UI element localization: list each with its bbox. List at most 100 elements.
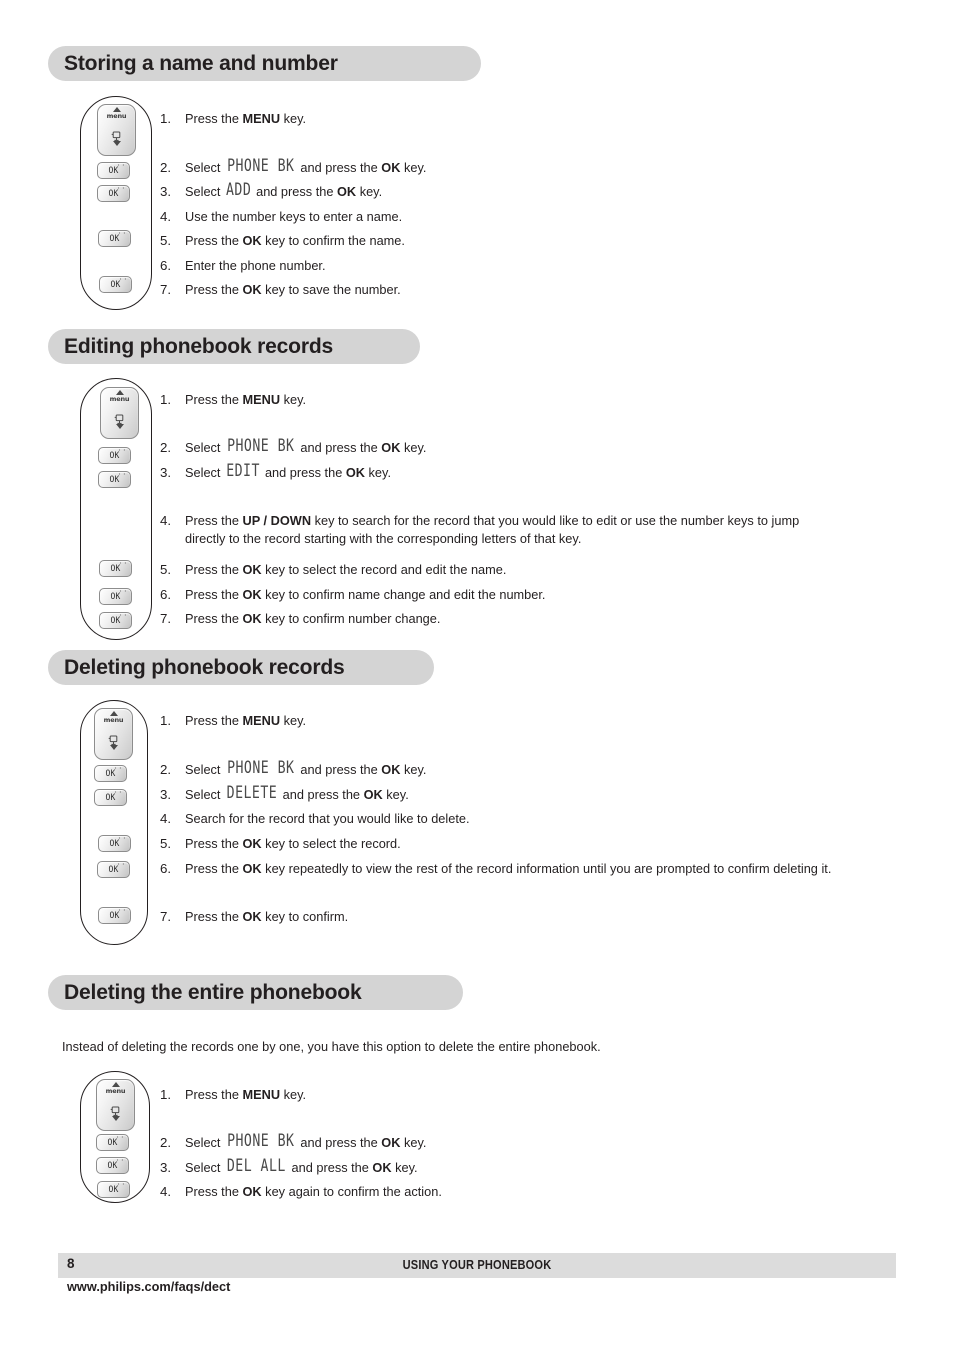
step-text: Press the OK key to select the record an…: [185, 561, 506, 579]
step-text-run: Press the: [185, 1087, 243, 1102]
instruction-step: 4. Press the UP / DOWN key to search for …: [160, 512, 870, 548]
ok-key[interactable]: OK: [98, 835, 131, 852]
menu-navigation-key[interactable]: menu: [100, 387, 139, 439]
manual-page: Storing a name and number menu OK OK OK OK 1. P…: [0, 0, 954, 1355]
step-text-run: and press the: [261, 465, 346, 480]
section-heading-deleting-all: Deleting the entire phonebook: [48, 975, 463, 1010]
section-heading-storing: Storing a name and number: [48, 46, 481, 81]
instruction-step: 2. Select PHONE BK and press the OK key.: [160, 1131, 560, 1152]
step-text-run: Press the: [185, 713, 243, 728]
ok-key[interactable]: OK: [96, 1157, 129, 1174]
key-name-emphasis: MENU: [242, 111, 281, 126]
key-name-emphasis: OK: [381, 160, 401, 175]
ok-key-label: OK: [107, 1135, 124, 1148]
key-name-emphasis: OK: [242, 233, 262, 248]
phonebook-glyph: [110, 1106, 120, 1116]
step-text-run: Press the: [185, 111, 243, 126]
step-text: Select DELETE and press the OK key.: [185, 784, 409, 804]
lcd-display-text: PHONE BK: [226, 1131, 295, 1151]
step-text: Press the OK key to confirm.: [185, 908, 348, 926]
step-text-run: Select: [185, 1135, 225, 1150]
ok-key-label: OK: [109, 836, 126, 849]
step-text-run: and press the: [279, 787, 364, 802]
ok-key[interactable]: OK: [98, 907, 131, 924]
section-heading-label: Deleting the entire phonebook: [64, 980, 362, 1004]
step-text-run: key.: [356, 184, 383, 199]
ok-key[interactable]: OK: [98, 447, 131, 464]
ok-key[interactable]: OK: [98, 471, 131, 488]
step-number: 2.: [160, 762, 172, 777]
ok-key[interactable]: OK: [97, 861, 130, 878]
ok-key[interactable]: OK: [98, 230, 131, 247]
ok-key[interactable]: OK: [99, 612, 132, 629]
instruction-step: 3. Select DEL ALL and press the OK key.: [160, 1156, 560, 1177]
step-text: Select PHONE BK and press the OK key.: [185, 1131, 426, 1152]
lcd-display-text: PHONE BK: [226, 436, 295, 456]
ok-key-label: OK: [110, 613, 127, 626]
step-text-run: key repeatedly to view the rest of the r…: [261, 861, 832, 876]
ok-key[interactable]: OK: [97, 1181, 130, 1198]
instruction-step: 5. Press the OK key to select the record.: [160, 835, 560, 853]
step-number: 2.: [160, 440, 172, 455]
step-number: 2.: [160, 1135, 172, 1150]
lcd-display-text: ADD: [225, 180, 251, 200]
key-name-emphasis: OK: [363, 787, 383, 802]
step-text: Select PHONE BK and press the OK key.: [185, 436, 427, 457]
step-text: Select DEL ALL and press the OK key.: [185, 1156, 418, 1177]
step-text-run: Select: [185, 440, 225, 455]
lcd-display-text: DEL ALL: [226, 1156, 286, 1176]
key-name-emphasis: OK: [381, 440, 401, 455]
step-text-run: and press the: [296, 1135, 382, 1150]
step-text-run: Press the: [185, 562, 243, 577]
key-name-emphasis: OK: [242, 282, 262, 297]
ok-key[interactable]: OK: [94, 765, 127, 782]
step-text-run: Press the: [185, 909, 243, 924]
step-text-run: key.: [400, 440, 427, 455]
step-text: Use the number keys to enter a name.: [185, 208, 402, 226]
step-text-run: and press the: [296, 440, 382, 455]
ok-key-label: OK: [105, 766, 122, 779]
phonebook-icon: [110, 1104, 121, 1116]
menu-key-label: menu: [109, 395, 130, 403]
ok-key-label: OK: [110, 561, 127, 574]
step-text: Press the OK key to confirm name change …: [185, 586, 545, 604]
step-text-run: Select: [185, 1160, 225, 1175]
ok-key-label: OK: [109, 231, 126, 244]
key-name-emphasis: OK: [242, 562, 262, 577]
ok-key[interactable]: OK: [99, 588, 132, 605]
ok-key[interactable]: OK: [96, 1134, 129, 1151]
ok-key[interactable]: OK: [99, 560, 132, 577]
key-name-emphasis: OK: [242, 909, 262, 924]
step-text-run: key.: [400, 762, 427, 777]
instruction-step: 7. Press the OK key to confirm.: [160, 908, 560, 926]
step-text-run: Select: [185, 762, 225, 777]
ok-key[interactable]: OK: [97, 185, 130, 202]
step-text-run: Select: [185, 787, 225, 802]
ok-key[interactable]: OK: [94, 789, 127, 806]
step-text-run: Press the: [185, 836, 243, 851]
key-name-emphasis: MENU: [242, 392, 281, 407]
ok-key-label: OK: [107, 1158, 124, 1171]
step-text-run: key.: [280, 713, 307, 728]
ok-key-label: OK: [109, 908, 126, 921]
step-text: Press the MENU key.: [185, 391, 306, 409]
instruction-step: 2. Select PHONE BK and press the OK key.: [160, 759, 560, 779]
menu-navigation-key[interactable]: menu: [96, 1079, 135, 1131]
menu-navigation-key[interactable]: menu: [94, 708, 133, 760]
step-text-run: key to select the record and edit the na…: [261, 562, 507, 577]
instruction-step: 2. Select PHONE BK and press the OK key.: [160, 157, 560, 177]
step-number: 4.: [160, 209, 172, 224]
step-text-run: key.: [400, 160, 427, 175]
section-intro-paragraph: Instead of deleting the records one by o…: [62, 1039, 601, 1054]
ok-key-label: OK: [110, 589, 127, 602]
ok-key[interactable]: OK: [97, 162, 130, 179]
instruction-step: 3. Select EDIT and press the OK key.: [160, 462, 560, 482]
step-text-run: Use the number keys to enter a name.: [185, 209, 403, 224]
step-text-run: and press the: [252, 184, 337, 199]
ok-key[interactable]: OK: [99, 276, 132, 293]
step-text-run: Press the: [185, 513, 243, 528]
step-text: Press the OK key to confirm the name.: [185, 232, 405, 250]
menu-navigation-key[interactable]: menu: [97, 104, 136, 156]
step-number: 1.: [160, 1087, 172, 1102]
step-text: Press the MENU key.: [185, 110, 306, 128]
